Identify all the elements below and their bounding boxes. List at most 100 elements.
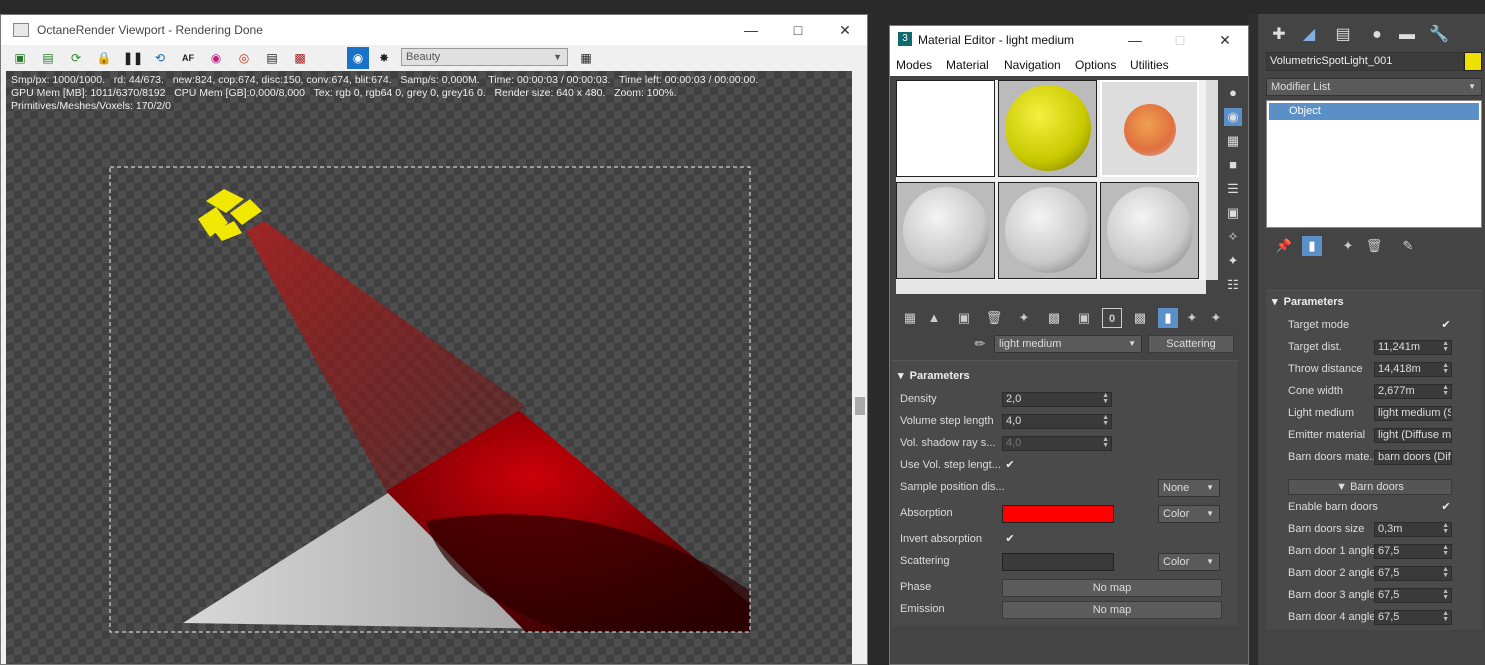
material-id-icon[interactable]: ▣: [1074, 308, 1094, 328]
backlight-icon[interactable]: ◉: [1224, 108, 1242, 126]
create-tab-icon[interactable]: ✚: [1268, 24, 1290, 46]
cone-width-spinner[interactable]: 2,677m ▲ ▼: [1374, 384, 1452, 399]
scattering-color-swatch[interactable]: [1002, 553, 1114, 571]
spinner-arrows-icon[interactable]: ▲ ▼: [1102, 437, 1109, 449]
minimize-icon[interactable]: —: [736, 19, 766, 41]
light-medium-button[interactable]: light medium (Sc: [1374, 406, 1452, 421]
viewport-scrollbar[interactable]: [852, 71, 867, 664]
spinner-arrows-icon[interactable]: ▲ ▼: [1102, 393, 1109, 405]
target-mode-checkbox[interactable]: ✔: [1440, 319, 1452, 331]
phase-map-button[interactable]: No map: [1002, 579, 1222, 597]
spinner-arrows-icon[interactable]: ▲ ▼: [1442, 589, 1449, 601]
utilities-tab-icon[interactable]: 🔧: [1428, 24, 1450, 46]
select-by-material-icon[interactable]: ✦: [1224, 252, 1242, 270]
target-dist-spinner[interactable]: 11,241m ▲ ▼: [1374, 340, 1452, 355]
sample-slot[interactable]: [998, 182, 1097, 279]
scattering-mode-select[interactable]: Color ▼: [1158, 553, 1220, 571]
material-type-button[interactable]: Scattering: [1148, 335, 1234, 353]
barn-door-1-spinner[interactable]: 67,5 ▲ ▼: [1374, 544, 1452, 559]
menu-utilities[interactable]: Utilities: [1130, 58, 1169, 72]
emitter-material-button[interactable]: light (Diffuse ma: [1374, 428, 1452, 443]
maximize-icon[interactable]: □: [783, 19, 813, 41]
barn-doors-size-spinner[interactable]: 0,3m ▲ ▼: [1374, 522, 1452, 537]
lock-icon[interactable]: 🔒: [95, 49, 113, 67]
video-check-icon[interactable]: ☰: [1224, 180, 1242, 198]
go-forward-icon[interactable]: ✦: [1206, 308, 1226, 328]
sample-slot[interactable]: [998, 80, 1097, 177]
go-to-parent-icon[interactable]: ✦: [1182, 308, 1202, 328]
modify-tab-icon[interactable]: ◢: [1298, 24, 1320, 46]
render-camera-icon[interactable]: ◉: [347, 47, 369, 69]
hierarchy-tab-icon[interactable]: ▤: [1332, 24, 1354, 46]
close-icon[interactable]: ✕: [830, 19, 860, 41]
object-color-swatch[interactable]: [1464, 52, 1482, 71]
maximize-icon[interactable]: □: [1165, 29, 1195, 51]
refresh-icon[interactable]: ⟳: [67, 49, 85, 67]
material-navigator-icon[interactable]: ☷: [1224, 276, 1242, 294]
background-icon[interactable]: ▦: [1224, 132, 1242, 150]
barn-door-2-spinner[interactable]: 67,5 ▲ ▼: [1374, 566, 1452, 581]
spinner-arrows-icon[interactable]: ▲ ▼: [1442, 385, 1449, 397]
slots-vertical-scrollbar[interactable]: [1206, 80, 1218, 280]
throw-distance-spinner[interactable]: 14,418m ▲ ▼: [1374, 362, 1452, 377]
camera-icon[interactable]: ▩: [291, 49, 309, 67]
spinner-arrows-icon[interactable]: ▲ ▼: [1102, 415, 1109, 427]
density-spinner[interactable]: 2,0 ▲ ▼: [1002, 392, 1112, 407]
motion-tab-icon[interactable]: ●: [1366, 24, 1388, 46]
modifier-list-select[interactable]: Modifier List ▼: [1266, 78, 1482, 96]
enable-barn-doors-checkbox[interactable]: ✔: [1440, 501, 1452, 513]
invert-absorption-checkbox[interactable]: ✔: [1004, 533, 1016, 545]
slots-horizontal-scrollbar[interactable]: [896, 280, 1206, 294]
menu-material[interactable]: Material: [946, 58, 989, 72]
spinner-arrows-icon[interactable]: ▲ ▼: [1442, 363, 1449, 375]
absorption-color-swatch[interactable]: [1002, 505, 1114, 523]
menu-modes[interactable]: Modes: [896, 58, 932, 72]
film-icon[interactable]: ▤: [263, 49, 281, 67]
sample-type-icon[interactable]: ●: [1224, 84, 1242, 102]
sample-slot[interactable]: [896, 182, 995, 279]
show-map-icon[interactable]: ▩: [1130, 308, 1150, 328]
assign-to-selection-icon[interactable]: ▣: [954, 308, 974, 328]
reset-icon[interactable]: 🗑: [984, 308, 1004, 328]
close-icon[interactable]: ✕: [1210, 29, 1240, 51]
show-end-result-icon[interactable]: ▮: [1158, 308, 1178, 328]
sample-position-select[interactable]: None ▼: [1158, 479, 1220, 497]
stack-item-object[interactable]: Object: [1269, 103, 1479, 120]
uv-tiling-icon[interactable]: ■: [1224, 156, 1242, 174]
material-name-field[interactable]: light medium ▼: [994, 335, 1142, 353]
pin-stack-icon[interactable]: 📌: [1274, 236, 1294, 256]
display-tab-icon[interactable]: ▬: [1396, 24, 1418, 46]
scrollbar-thumb[interactable]: [855, 397, 865, 415]
absorption-mode-select[interactable]: Color ▼: [1158, 505, 1220, 523]
color-wheel-icon[interactable]: ◉: [207, 49, 225, 67]
parameters-header[interactable]: ▾ Parameters: [1272, 295, 1344, 308]
spinner-arrows-icon[interactable]: ▲ ▼: [1442, 341, 1449, 353]
barn-doors-group[interactable]: ▼ Barn doors: [1288, 479, 1452, 495]
sample-slot-selected[interactable]: [1100, 80, 1199, 177]
configure-modifier-sets-icon[interactable]: ✎: [1398, 236, 1418, 256]
shadow-ray-spinner[interactable]: 4,0 ▲ ▼: [1002, 436, 1112, 451]
sample-slot[interactable]: [896, 80, 995, 177]
object-name-field[interactable]: VolumetricSpotLight_001: [1266, 52, 1464, 71]
make-preview-icon[interactable]: ▣: [1224, 204, 1242, 222]
material-id-channel[interactable]: 0: [1102, 308, 1122, 328]
menu-options[interactable]: Options: [1075, 58, 1116, 72]
spinner-arrows-icon[interactable]: ▲ ▼: [1442, 611, 1449, 623]
minimize-icon[interactable]: —: [1120, 29, 1150, 51]
barn-door-4-spinner[interactable]: 67,5 ▲ ▼: [1374, 610, 1452, 625]
barn-door-3-spinner[interactable]: 67,5 ▲ ▼: [1374, 588, 1452, 603]
octane-titlebar[interactable]: OctaneRender Viewport - Rendering Done —…: [1, 15, 867, 45]
put-to-scene-icon[interactable]: ▲: [924, 308, 944, 328]
parameters-header[interactable]: ▾ Parameters: [898, 369, 970, 382]
emission-map-button[interactable]: No map: [1002, 601, 1222, 619]
save-image-icon[interactable]: ▦: [577, 49, 595, 67]
settings-icon[interactable]: ✸: [375, 49, 393, 67]
render-pass-select[interactable]: Beauty ▼: [401, 48, 568, 66]
pause-icon[interactable]: ❚❚: [123, 49, 143, 67]
af-icon[interactable]: AF: [179, 49, 197, 67]
menu-navigation[interactable]: Navigation: [1004, 58, 1061, 72]
restart-icon[interactable]: ⟲: [151, 49, 169, 67]
use-step-checkbox[interactable]: ✔: [1004, 459, 1016, 471]
step-length-spinner[interactable]: 4,0 ▲ ▼: [1002, 414, 1112, 429]
make-unique-icon[interactable]: ✦: [1338, 236, 1358, 256]
